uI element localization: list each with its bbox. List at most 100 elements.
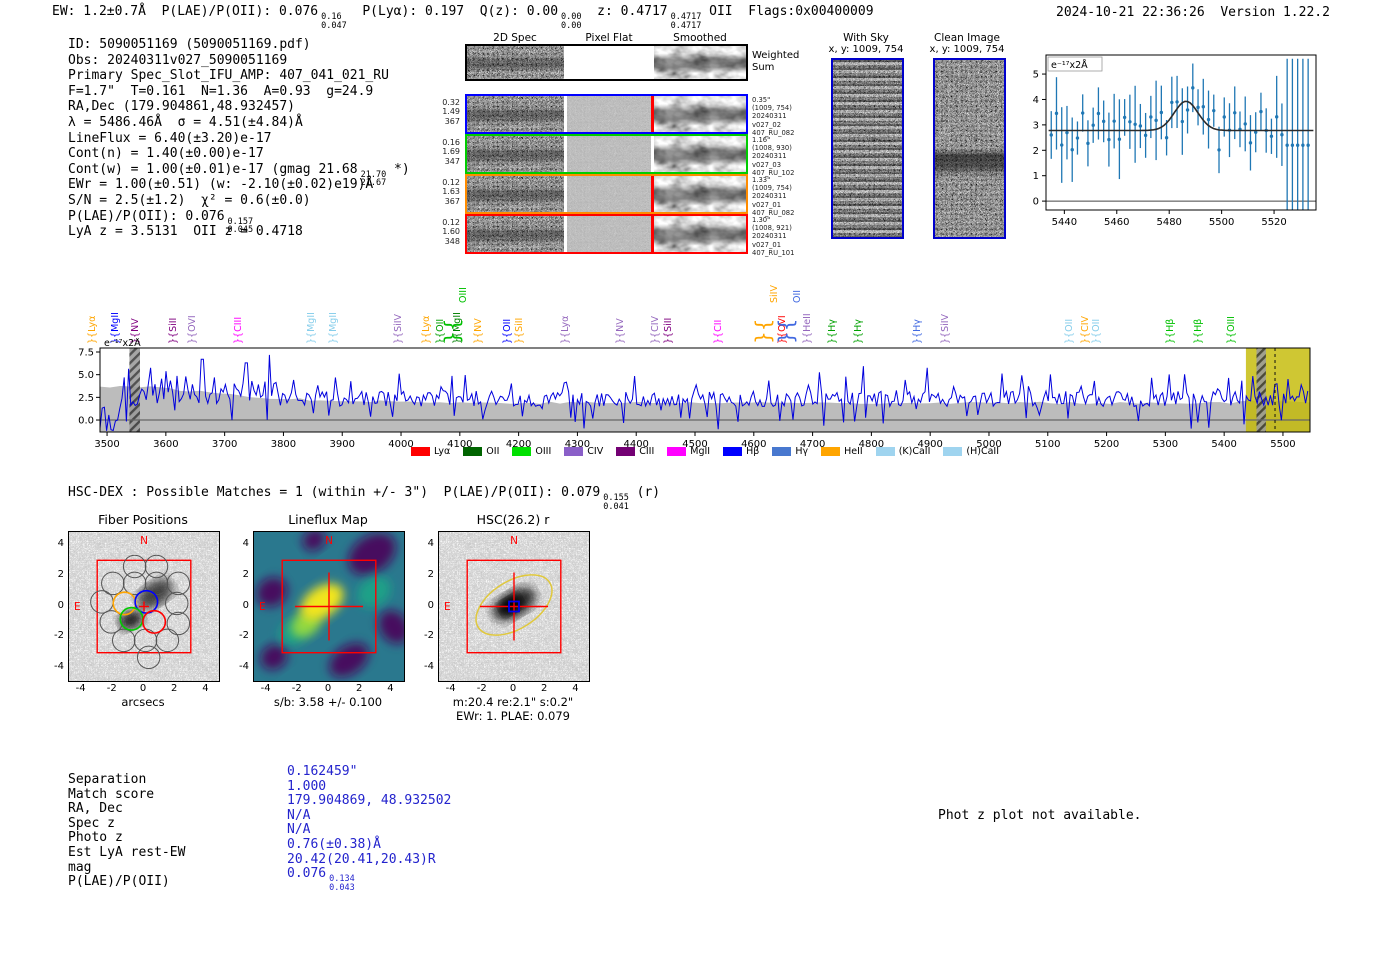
info-line: F=1.7" T=0.161 N=1.36 A=0.93 g=24.9	[68, 84, 410, 100]
info-line-text: F=1.7" T=0.161 N=1.36 A=0.93 g=24.9	[68, 83, 374, 99]
trace-band	[654, 176, 746, 212]
info-line-text: EWr = 1.00(±0.51) (w: -2.10(±0.02)e19)Å	[68, 177, 374, 193]
right-label: 1.30"	[752, 216, 771, 224]
right-label: v027_01	[752, 240, 782, 249]
spec2d-row-left-labels: 0.12 1.63 367	[430, 178, 460, 206]
right-label: 20240311	[752, 192, 787, 201]
left-label: 367	[444, 196, 460, 206]
lineflux-caption: s/b: 3.58 +/- 0.100	[273, 695, 383, 709]
legend-swatch	[512, 447, 532, 456]
spec2d-2d-segment	[467, 96, 564, 132]
left-label: 0.16	[442, 138, 460, 147]
y-tick-label: 4	[427, 537, 434, 549]
left-label: 348	[444, 236, 460, 246]
spec2d-smoothed-segment	[654, 216, 746, 252]
fiber-positions-title: Fiber Positions	[98, 512, 188, 527]
pixelflat-noise	[567, 136, 651, 172]
clean-image-cutout	[933, 58, 1006, 239]
pixelflat-noise	[567, 176, 651, 212]
trace-band	[467, 46, 564, 79]
x-tick-label: 0	[139, 683, 147, 694]
lineflux-map-panel: NE	[253, 529, 410, 682]
match-value-text: 1.000	[287, 778, 327, 794]
spec2d-title-pixelflat: Pixel Flat	[585, 32, 633, 44]
elixer-report-page: EW: 1.2±0.7Å P(LAE)/P(OII): 0.076 0.16 0.0…	[0, 0, 1400, 953]
info-line: Cont(n) = 1.40(±0.00)e-17	[68, 146, 410, 162]
spec2d-flat-segment	[567, 46, 651, 79]
info-line-text: P(LAE)/P(OII): 0.076	[68, 208, 225, 224]
legend-label: HeII	[844, 446, 863, 457]
info-line: EWr = 1.00(±0.51) (w: -2.10(±0.02)e19)Å	[68, 177, 410, 193]
left-label: 367	[444, 116, 460, 126]
header-text: z: 0.4717	[581, 4, 668, 19]
header-text: P(Lyα): 0.197 Q(z): 0.00	[346, 4, 559, 19]
legend-label: (H)CaII	[966, 446, 1000, 457]
line-fit-svg: 0 1 2 3 4 5 5440 5460 5480 5500 5520 e⁻¹⁷x2Å	[1033, 54, 1317, 228]
y-tick-label: -4	[54, 661, 64, 673]
match-value-text: N/A	[287, 822, 311, 838]
info-line: Cont(w) = 1.00(±0.01)e-17 (gmag 21.68 21.…	[68, 161, 410, 188]
fiber-positions-panel: NE	[68, 531, 220, 682]
legend-label: Hβ	[746, 446, 760, 457]
fiber-positions-svg: NE	[69, 532, 219, 681]
legend-item: OII	[463, 446, 499, 457]
info-line: λ = 5486.46Å σ = 4.51(±4.84)Å	[68, 115, 410, 131]
trace-band	[654, 46, 746, 79]
y-tick-label: 2	[242, 568, 249, 580]
info-line-text: ID: 5090051169 (5090051169.pdf)	[68, 37, 311, 52]
info-panel: ID: 5090051169 (5090051169.pdf) Obs: 2024…	[68, 37, 410, 240]
with-sky-coords: x, y: 1009, 754	[828, 44, 904, 55]
match-table-label: Photo z	[68, 830, 123, 846]
sky-lines-overlay	[833, 60, 902, 237]
svg-text:5.0: 5.0	[78, 370, 94, 381]
hsc-dex-text: HSC-DEX : Possible Matches = 1 (within +…	[68, 485, 601, 500]
svg-text:E: E	[444, 601, 451, 613]
x-tick-label: 2	[541, 683, 548, 694]
svg-text:2.5: 2.5	[78, 393, 94, 404]
info-line-text: RA,Dec (179.904861,48.932457)	[68, 99, 295, 115]
with-sky-cutout	[831, 58, 904, 239]
left-label: 1.63	[442, 187, 460, 197]
spec2d-row-right-labels: 0.35" (1009, 754) 20240311 v027_02 407_RU_08…	[752, 96, 822, 137]
legend-swatch	[410, 447, 430, 456]
spec2d-row-right-labels: 1.33" (1009, 754) 20240311 v027_01 407_RU_08…	[752, 176, 822, 217]
y-tick-label: 2	[427, 568, 434, 580]
right-label: (1008, 930)	[752, 144, 792, 153]
info-line-text: Cont(w) = 1.00(±0.01)e-17 (gmag 21.68	[68, 161, 358, 177]
lineflux-map-svg: NE	[254, 529, 410, 681]
svg-text:E: E	[74, 601, 81, 613]
legend-label: (K)CaII	[898, 446, 931, 457]
y-tick-label: -2	[424, 630, 434, 642]
left-label: 1.69	[442, 147, 460, 157]
svg-text:5: 5	[1033, 70, 1039, 81]
legend-item: Lyα	[410, 446, 450, 457]
match-table-value: 179.904869, 48.932502	[287, 793, 451, 809]
legend-swatch	[463, 447, 483, 456]
right-label: 20240311	[752, 232, 787, 241]
header-stacked-fraction: 0.4717 0.4717	[670, 12, 702, 31]
trace-band	[467, 136, 564, 172]
right-label: v027_03	[752, 160, 782, 169]
legend-item: Hγ	[772, 446, 808, 457]
legend-swatch	[943, 447, 963, 456]
spec2d-smoothed-segment	[654, 176, 746, 212]
line-label: OIII	[458, 287, 469, 303]
svg-text:0: 0	[1033, 197, 1039, 208]
hsc-dex-stacked-fraction: 0.155 0.041	[603, 493, 629, 512]
info-line-text: Obs: 20240311v027_5090051169	[68, 52, 288, 68]
match-table-label: Separation	[68, 772, 147, 787]
y-tick-label: 2	[57, 568, 64, 580]
info-line: S/N = 2.5(±1.2) χ² = 0.6(±0.0)	[68, 193, 410, 209]
match-table-label: RA, Dec	[68, 801, 123, 817]
match-table-value: N/A	[287, 823, 451, 838]
x-tick-label: -2	[291, 683, 302, 694]
legend-swatch	[723, 447, 743, 456]
spec2d-row-left-labels: 0.12 1.60 348	[430, 218, 460, 246]
spectrum-legend: Lyα OII OIII CIV CIII MgII Hβ Hγ HeII (K)CaII (H)C…	[100, 446, 1310, 457]
spec2d-row	[465, 134, 748, 174]
trace-band	[467, 96, 564, 132]
trace-band	[654, 216, 746, 252]
legend-item: (H)CaII	[943, 446, 999, 457]
header-datetime-version: 2024-10-21 22:36:26 Version 1.22.2	[1056, 5, 1330, 20]
y-tick-label: 0	[57, 599, 64, 611]
